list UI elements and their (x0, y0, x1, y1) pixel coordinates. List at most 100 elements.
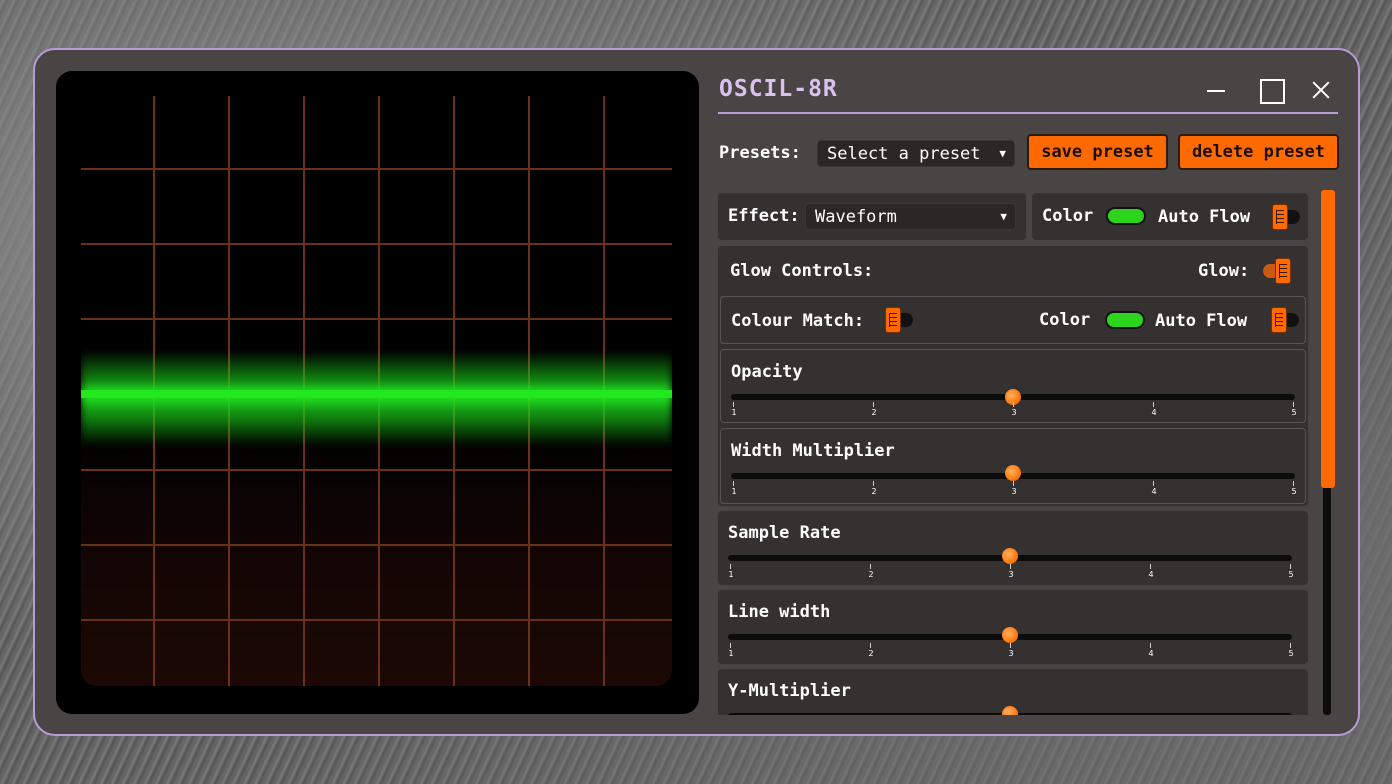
slider-tick (1290, 564, 1291, 569)
glow-autoflow-label: Auto Flow (1155, 311, 1248, 331)
slider-tick-label: 5 (1288, 570, 1294, 579)
slider-tick (873, 402, 874, 407)
slider-tick-label: 2 (868, 570, 874, 579)
slider-thumb[interactable] (1002, 627, 1018, 643)
slider-tick-label: 3 (1011, 408, 1017, 417)
slider-tick-label: 1 (731, 408, 737, 417)
close-icon[interactable] (1308, 76, 1338, 106)
slider-tick-label: 3 (1011, 487, 1017, 496)
oscilloscope-screen (81, 96, 672, 686)
glow-color-toggle[interactable] (1105, 311, 1145, 329)
delete-preset-button[interactable]: delete preset (1178, 134, 1339, 170)
switch-knob (1271, 307, 1287, 333)
presets-row: Presets: Select a preset ▼ save preset d… (718, 134, 1339, 172)
effect-select[interactable]: Waveform ▼ (805, 203, 1016, 230)
slider-label: Sample Rate (728, 523, 841, 543)
effect-select-value: Waveform (815, 207, 897, 227)
slider-tick-label: 1 (731, 487, 737, 496)
slider-tick (730, 564, 731, 569)
slider-tick-label: 3 (1008, 649, 1014, 658)
slider-tick (1153, 481, 1154, 486)
control-panel: OSCIL-8R Presets: Select a preset ▼ save… (718, 70, 1340, 715)
slider-tick (733, 402, 734, 407)
grid-line-horizontal (81, 544, 672, 546)
slider-tick-label: 5 (1291, 487, 1297, 496)
colour-match-card: Colour Match: Color Auto Flow (720, 296, 1306, 344)
scrollbar-thumb[interactable] (1321, 190, 1335, 488)
opacity-slider-card: Opacity 1 2 3 4 5 (720, 349, 1306, 423)
colour-match-label: Colour Match: (731, 311, 865, 331)
slider-tick (1013, 402, 1014, 407)
slider-thumb[interactable] (1005, 465, 1021, 481)
glow-autoflow-switch[interactable] (1271, 307, 1299, 333)
grid-line-horizontal (81, 168, 672, 170)
slider-label: Opacity (731, 362, 803, 382)
slider-ticks: 1 2 3 4 5 (728, 564, 1294, 580)
slider-ticks: 1 2 3 4 5 (731, 402, 1297, 418)
slider-ticks: 1 2 3 4 5 (731, 481, 1297, 497)
slider-ticks: 1 2 3 4 5 (728, 643, 1294, 659)
grid-line-horizontal (81, 243, 672, 245)
save-preset-button[interactable]: save preset (1027, 134, 1168, 170)
glow-controls-title: Glow Controls: (730, 261, 874, 281)
oscilloscope-display (56, 71, 699, 714)
effect-color-label: Color (1042, 206, 1094, 226)
slider-tick-label: 2 (871, 487, 877, 496)
slider-tick-label: 4 (1148, 649, 1154, 658)
slider-thumb[interactable] (1002, 548, 1018, 564)
glow-controls-card: Glow Controls: Glow: Colour Match: Color… (718, 246, 1308, 506)
app-window: OSCIL-8R Presets: Select a preset ▼ save… (33, 48, 1360, 736)
slider-tick (873, 481, 874, 486)
effect-color-toggle[interactable] (1106, 207, 1146, 225)
grid-line-horizontal (81, 619, 672, 621)
slider-tick (870, 643, 871, 648)
effect-label: Effect: (728, 206, 800, 226)
minimize-icon[interactable] (1204, 76, 1234, 106)
glow-color-label: Color (1039, 310, 1091, 330)
colour-match-switch[interactable] (885, 307, 913, 333)
switch-knob (1275, 258, 1291, 284)
effect-card: Effect: Waveform ▼ (718, 193, 1026, 240)
waveform-trace (81, 390, 672, 398)
slider-tick (1013, 481, 1014, 486)
maximize-icon[interactable] (1258, 76, 1288, 106)
effect-autoflow-switch[interactable] (1272, 204, 1300, 230)
slider-tick-label: 4 (1151, 408, 1157, 417)
slider-tick-label: 5 (1288, 649, 1294, 658)
slider-thumb[interactable] (1002, 706, 1018, 715)
switch-knob (885, 307, 901, 333)
slider-tick (1290, 643, 1291, 648)
slider-tick-label: 1 (728, 570, 734, 579)
grid-line-horizontal (81, 469, 672, 471)
preset-select-value: Select a preset (827, 144, 981, 164)
line-width-slider-card: Line width 1 2 3 4 5 (718, 590, 1308, 664)
slider-tick (733, 481, 734, 486)
app-title: OSCIL-8R (719, 76, 838, 102)
glow-switch[interactable] (1263, 258, 1291, 284)
chevron-down-icon: ▼ (1000, 210, 1007, 223)
sample-rate-slider-card: Sample Rate 1 2 3 4 5 (718, 511, 1308, 585)
glow-label: Glow: (1198, 261, 1250, 281)
slider-label: Width Multiplier (731, 441, 895, 461)
slider-tick (1150, 643, 1151, 648)
y-multiplier-slider-card: Y-Multiplier 12345 (718, 669, 1308, 715)
slider-tick-label: 1 (728, 649, 734, 658)
slider-tick (1293, 481, 1294, 486)
slider-tick-label: 3 (1008, 570, 1014, 579)
grid-line-horizontal (81, 318, 672, 320)
chevron-down-icon: ▼ (999, 147, 1006, 160)
settings-scroll-area: Effect: Waveform ▼ Color Auto Flow Glow … (718, 190, 1308, 715)
slider-tick-label: 2 (868, 649, 874, 658)
effect-color-card: Color Auto Flow (1032, 193, 1308, 240)
slider-tick (1150, 564, 1151, 569)
slider-tick-label: 5 (1291, 408, 1297, 417)
slider-tick (1293, 402, 1294, 407)
presets-label: Presets: (719, 143, 801, 163)
slider-tick (870, 564, 871, 569)
width-multiplier-slider-card: Width Multiplier 1 2 3 4 5 (720, 428, 1306, 504)
slider-tick-label: 2 (871, 408, 877, 417)
slider-tick (730, 643, 731, 648)
slider-tick (1153, 402, 1154, 407)
preset-select[interactable]: Select a preset ▼ (817, 140, 1015, 167)
switch-knob (1272, 204, 1288, 230)
